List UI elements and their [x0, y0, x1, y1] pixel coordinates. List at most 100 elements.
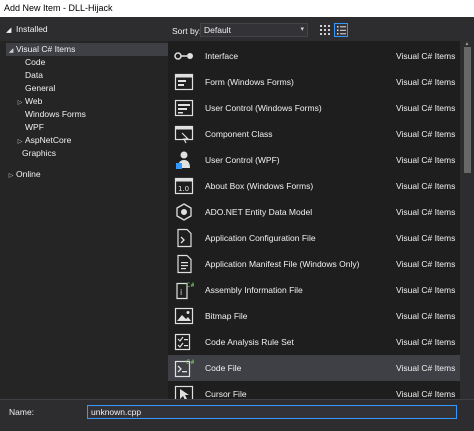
tree-item-label: Code [25, 57, 46, 67]
tree-item-general[interactable]: General [25, 82, 55, 95]
template-row-app-manifest[interactable]: Application Manifest File (Windows Only)… [168, 251, 460, 277]
tree-item-label: Graphics [22, 148, 57, 158]
template-category: Visual C# Items [396, 51, 456, 61]
template-name: Form (Windows Forms) [205, 77, 294, 87]
template-row-cursor-file[interactable]: Cursor File Visual C# Items [168, 381, 460, 399]
cursor-file-icon [174, 385, 194, 399]
template-row-app-config[interactable]: Application Configuration File Visual C#… [168, 225, 460, 251]
tree-item-label: Windows Forms [25, 109, 86, 119]
tree-item-label: Visual C# Items [16, 44, 76, 54]
tree-header-label: Installed [16, 24, 48, 34]
tree-item-wpf[interactable]: WPF [25, 121, 44, 134]
template-row-user-control-wpf[interactable]: User Control (WPF) Visual C# Items [168, 147, 460, 173]
bitmap-icon [174, 307, 194, 325]
template-name: User Control (Windows Forms) [205, 103, 322, 113]
interface-icon [174, 52, 193, 60]
collapse-arrow-icon[interactable]: ◢ [6, 19, 16, 43]
template-category: Visual C# Items [396, 285, 456, 295]
template-name: Code File [205, 363, 242, 373]
template-row-interface[interactable]: Interface Visual C# Items [168, 43, 460, 69]
template-category: Visual C# Items [396, 363, 456, 373]
user-control-icon [174, 99, 194, 117]
template-row-code-file[interactable]: C# Code File Visual C# Items [168, 355, 460, 381]
template-name: User Control (WPF) [205, 155, 280, 165]
sort-toolbar: Sort by: Default ▾ [168, 17, 474, 41]
tree-item-graphics[interactable]: Graphics [22, 147, 56, 160]
template-category: Visual C# Items [396, 233, 456, 243]
tree-item-label: Web [25, 96, 43, 106]
template-list: Interface Visual C# Items Form (Windows … [168, 41, 460, 399]
assembly-info-icon: i C# [176, 282, 194, 300]
template-name: Cursor File [205, 389, 247, 399]
list-view-button[interactable] [334, 23, 348, 37]
grid-view-icon [320, 25, 330, 35]
chevron-down-icon: ▾ [300, 26, 304, 33]
template-category: Visual C# Items [396, 181, 456, 191]
component-class-icon [174, 125, 194, 144]
template-name: Code Analysis Rule Set [205, 337, 294, 347]
wpf-user-control-icon [176, 151, 190, 169]
template-category: Visual C# Items [396, 389, 456, 399]
tree-item-label: WPF [25, 122, 44, 132]
category-tree: ◢ Visual C# Items Code Data General ▷ Web … [0, 41, 168, 399]
template-name: Application Manifest File (Windows Only) [205, 259, 360, 269]
template-name: About Box (Windows Forms) [205, 181, 314, 191]
template-name: Assembly Information File [205, 285, 303, 295]
template-row-bitmap[interactable]: Bitmap File Visual C# Items [168, 303, 460, 329]
tree-item-label: AspNetCore [25, 135, 72, 145]
tree-item-online[interactable]: ▷ Online [6, 168, 41, 181]
template-category: Visual C# Items [396, 311, 456, 321]
sort-by-dropdown[interactable]: Default ▾ [200, 23, 308, 37]
config-file-icon [177, 228, 192, 248]
template-category: Visual C# Items [396, 129, 456, 139]
svg-text:C#: C# [186, 359, 194, 366]
svg-text:i: i [180, 288, 182, 297]
list-view-icon [337, 26, 346, 35]
window-title: Add New Item - DLL-Hijack [0, 0, 474, 17]
scrollbar-thumb[interactable] [464, 47, 471, 173]
template-row-code-analysis[interactable]: Code Analysis Rule Set Visual C# Items [168, 329, 460, 355]
template-name: ADO.NET Entity Data Model [205, 207, 313, 217]
tree-item-visual-csharp-items[interactable]: ◢ Visual C# Items [6, 43, 168, 56]
about-box-icon: 1.0 [174, 177, 194, 195]
template-row-assembly-info[interactable]: i C# Assembly Information File Visual C#… [168, 277, 460, 303]
manifest-file-icon [177, 254, 192, 274]
template-row-form[interactable]: Form (Windows Forms) Visual C# Items [168, 69, 460, 95]
entity-data-model-icon [176, 203, 192, 221]
template-category: Visual C# Items [396, 337, 456, 347]
template-category: Visual C# Items [396, 77, 456, 87]
template-row-ado-net-entity[interactable]: ADO.NET Entity Data Model Visual C# Item… [168, 199, 460, 225]
expand-arrow-icon[interactable]: ◢ [6, 45, 16, 58]
svg-text:1.0: 1.0 [178, 185, 189, 193]
template-name: Interface [205, 51, 239, 61]
expand-arrow-icon[interactable]: ▷ [6, 170, 16, 183]
name-input[interactable] [87, 405, 457, 419]
template-category: Visual C# Items [396, 103, 456, 113]
footer-bar: Name: [0, 399, 474, 431]
template-row-user-control[interactable]: User Control (Windows Forms) Visual C# I… [168, 95, 460, 121]
medium-icons-view-button[interactable] [318, 23, 332, 37]
tree-item-windows-forms[interactable]: Windows Forms [25, 108, 86, 121]
code-file-icon: C# [174, 359, 194, 378]
template-list-scrollbar[interactable]: ▲ [460, 41, 474, 399]
template-row-component-class[interactable]: Component Class Visual C# Items [168, 121, 460, 147]
template-name: Component Class [205, 129, 273, 139]
template-category: Visual C# Items [396, 259, 456, 269]
tree-item-label: Online [16, 169, 41, 179]
tree-item-data[interactable]: Data [25, 69, 43, 82]
tree-item-web[interactable]: ▷ Web [15, 95, 43, 110]
expand-arrow-icon[interactable]: ▷ [15, 97, 25, 110]
tree-item-code[interactable]: Code [25, 56, 45, 69]
template-name: Application Configuration File [205, 233, 316, 243]
tree-header-installed[interactable]: ◢ Installed [0, 17, 168, 41]
template-category: Visual C# Items [396, 207, 456, 217]
template-category: Visual C# Items [396, 155, 456, 165]
tree-item-label: Data [25, 70, 43, 80]
sort-by-value: Default [204, 25, 231, 35]
template-row-about-box[interactable]: 1.0 About Box (Windows Forms) Visual C# … [168, 173, 460, 199]
tree-item-label: General [25, 83, 56, 93]
svg-text:C#: C# [186, 282, 194, 289]
name-label: Name: [9, 407, 35, 417]
form-icon [174, 73, 194, 91]
tree-item-aspnetcore[interactable]: ▷ AspNetCore [15, 134, 72, 147]
